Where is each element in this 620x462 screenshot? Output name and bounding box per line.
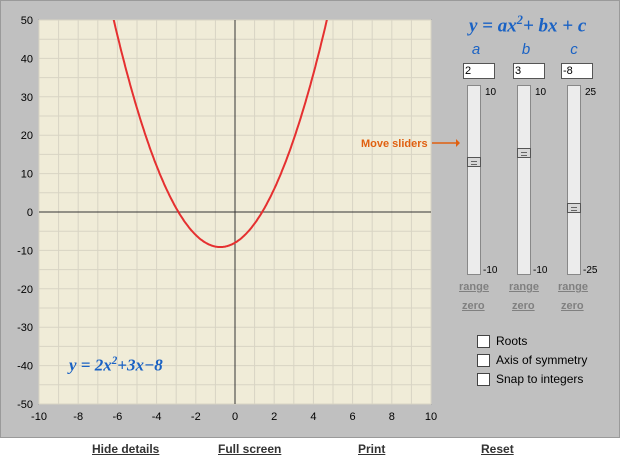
reset-link[interactable]: Reset <box>481 442 514 456</box>
y-tick-label: -30 <box>17 322 33 334</box>
y-tick-label: 20 <box>21 130 33 142</box>
x-tick-label: 8 <box>389 411 395 423</box>
hide-details-link[interactable]: Hide details <box>92 442 159 456</box>
roots-checkbox[interactable] <box>477 334 490 348</box>
slider-c-zero-link[interactable]: zero <box>561 300 584 312</box>
slider-c-max: 25 <box>585 87 597 98</box>
slider-a-thumb[interactable] <box>467 157 481 167</box>
x-tick-label: -10 <box>31 411 47 423</box>
graph-equation-label: y = 2x2+3x−8 <box>69 355 163 375</box>
slider-c-thumb[interactable] <box>567 203 581 213</box>
param-a-input[interactable]: 2 <box>463 63 495 79</box>
param-b-label: b <box>521 41 531 58</box>
slider-a-zero-link[interactable]: zero <box>462 300 485 312</box>
param-b-input[interactable]: 3 <box>513 63 545 79</box>
x-tick-label: 10 <box>425 411 437 423</box>
slider-b-min: -10 <box>533 265 548 276</box>
x-tick-label: 4 <box>310 411 316 423</box>
y-tick-label: 30 <box>21 92 33 104</box>
move-sliders-label: Move sliders <box>361 138 428 150</box>
y-tick-label: 40 <box>21 53 33 65</box>
slider-a-range-link[interactable]: range <box>459 281 489 293</box>
param-c-label: c <box>570 41 578 58</box>
graph-plot: -10 -8 -6 -4 -2 0 2 4 6 8 1050403020100-10-20-30-4… <box>17 15 437 423</box>
slider-a-max: 10 <box>485 87 497 98</box>
x-tick-label: -8 <box>73 411 83 423</box>
slider-b-track[interactable] <box>517 85 531 275</box>
slider-c-range-link[interactable]: range <box>558 281 588 293</box>
print-link[interactable]: Print <box>358 442 385 456</box>
x-tick-label: -6 <box>113 411 123 423</box>
x-tick-label: -4 <box>152 411 162 423</box>
slider-a-min: -10 <box>483 265 498 276</box>
axis-of-symmetry-checkbox-row[interactable]: Axis of symmetry <box>477 352 587 368</box>
param-a-label: a <box>471 41 481 58</box>
general-equation-title: y = ax2+ bx + c <box>469 13 587 37</box>
roots-label: Roots <box>496 334 528 348</box>
y-tick-label: -10 <box>17 245 33 257</box>
axis-of-symmetry-checkbox[interactable] <box>477 353 490 367</box>
slider-c-track[interactable] <box>567 85 581 275</box>
slider-b-max: 10 <box>535 87 547 98</box>
slider-b-zero-link[interactable]: zero <box>512 300 535 312</box>
x-tick-label: 6 <box>350 411 356 423</box>
snap-to-integers-label: Snap to integers <box>496 372 584 386</box>
y-tick-label: -50 <box>17 399 33 411</box>
snap-to-integers-checkbox[interactable] <box>477 372 490 386</box>
roots-checkbox-row[interactable]: Roots <box>477 333 527 349</box>
x-tick-label: 2 <box>271 411 277 423</box>
slider-c-min: -25 <box>583 265 598 276</box>
y-tick-label: 10 <box>21 169 33 181</box>
snap-to-integers-checkbox-row[interactable]: Snap to integers <box>477 371 583 387</box>
param-c-input[interactable]: -8 <box>561 63 593 79</box>
y-tick-label: 0 <box>27 207 33 219</box>
full-screen-link[interactable]: Full screen <box>218 442 281 456</box>
y-tick-label: -40 <box>17 361 33 373</box>
y-tick-label: 50 <box>21 15 33 27</box>
x-tick-label: 0 <box>232 411 238 423</box>
axis-of-symmetry-label: Axis of symmetry <box>496 353 588 367</box>
arrow-right-icon <box>432 139 460 147</box>
main-panel: -10 -8 -6 -4 -2 0 2 4 6 8 10 50 40 30 20 10 0 -10 -20 -30 -4… <box>0 0 620 438</box>
x-tick-label: -2 <box>191 411 201 423</box>
slider-b-thumb[interactable] <box>517 148 531 158</box>
y-tick-label: -20 <box>17 284 33 296</box>
slider-b-range-link[interactable]: range <box>509 281 539 293</box>
slider-a-track[interactable] <box>467 85 481 275</box>
